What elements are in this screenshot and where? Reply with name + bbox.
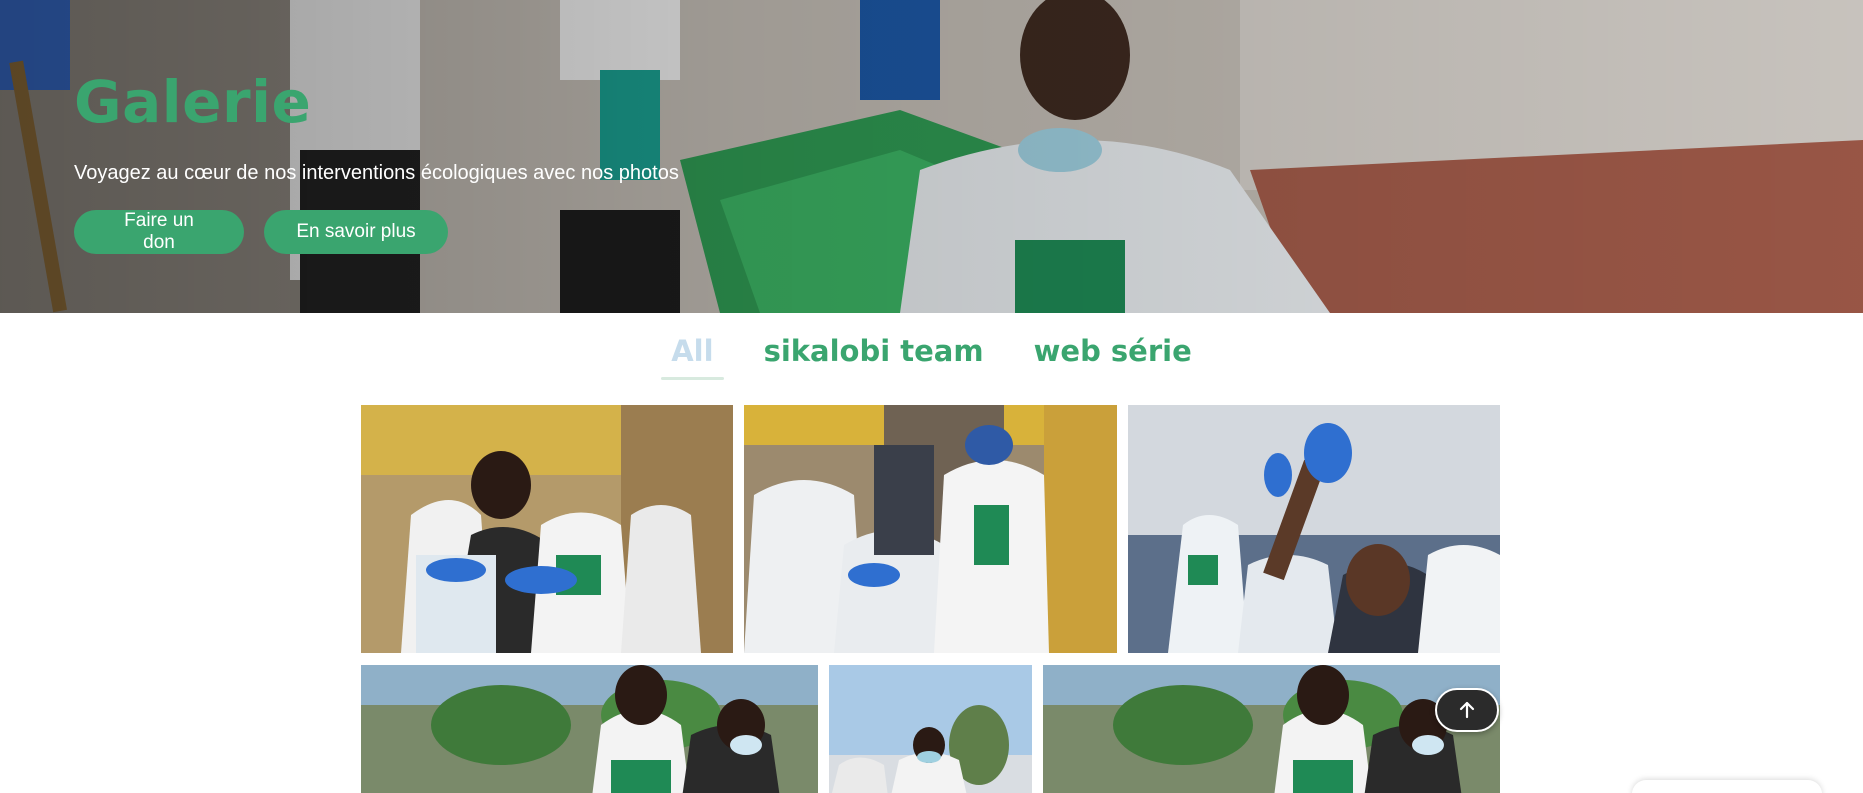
tab-all[interactable]: All — [661, 334, 724, 380]
gallery-photo[interactable] — [829, 665, 1032, 793]
gallery-photo-image — [361, 665, 818, 793]
gallery-photo[interactable] — [744, 405, 1117, 653]
donate-button[interactable]: Faire un don — [74, 210, 244, 254]
learn-more-button[interactable]: En savoir plus — [264, 210, 448, 254]
page-title: Galerie — [74, 68, 312, 136]
tab-sikalobi-team[interactable]: sikalobi team — [754, 334, 994, 380]
gallery-photo[interactable] — [361, 405, 733, 653]
hero-overlay — [0, 0, 1863, 313]
gallery-photo[interactable] — [361, 665, 818, 793]
tab-web-serie[interactable]: web série — [1024, 334, 1202, 380]
gallery-photo-image — [744, 405, 1117, 653]
arrow-up-icon — [1459, 701, 1475, 719]
hero-subtitle: Voyagez au cœur de nos interventions éco… — [74, 162, 679, 184]
scroll-to-top-button[interactable] — [1435, 688, 1499, 732]
gallery-photo[interactable] — [1128, 405, 1500, 653]
gallery-photo-image — [829, 665, 1032, 793]
gallery-photo[interactable] — [1043, 665, 1500, 793]
hero-banner: Galerie Voyagez au cœur de nos intervent… — [0, 0, 1863, 313]
page: Galerie Voyagez au cœur de nos intervent… — [0, 0, 1863, 793]
gallery-photo-image — [361, 405, 733, 653]
gallery-photo-image — [1128, 405, 1500, 653]
chat-widget-edge[interactable] — [1632, 780, 1822, 793]
gallery-filter-tabs: All sikalobi team web série — [0, 334, 1863, 380]
gallery-photo-image — [1043, 665, 1500, 793]
